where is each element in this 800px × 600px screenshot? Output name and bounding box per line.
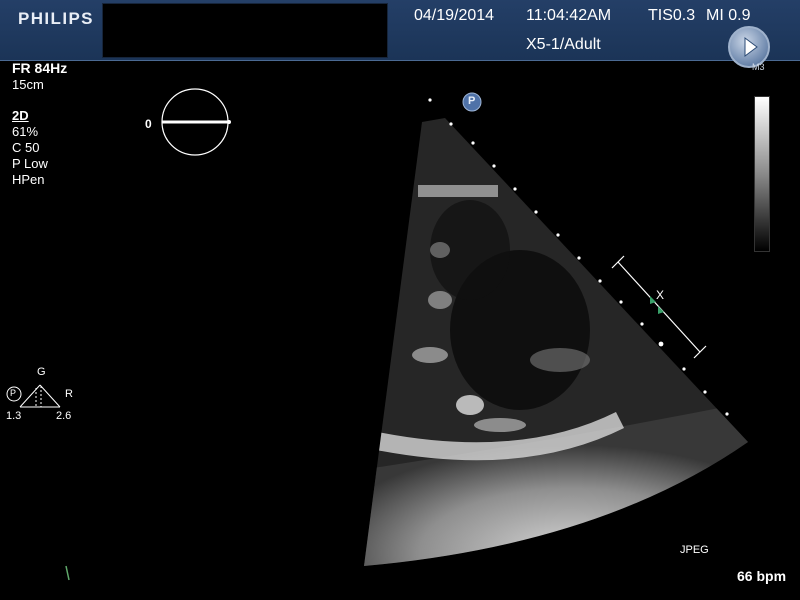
marker-tick-icon — [65, 565, 70, 581]
ultrasound-sector-image — [65, 92, 748, 581]
heart-rate: 66 bpm — [737, 568, 787, 584]
caliper-label: X — [656, 288, 665, 302]
position-marker-label: P — [468, 95, 476, 107]
grayscale-bar — [754, 96, 770, 252]
image-format: JPEG — [680, 544, 709, 556]
